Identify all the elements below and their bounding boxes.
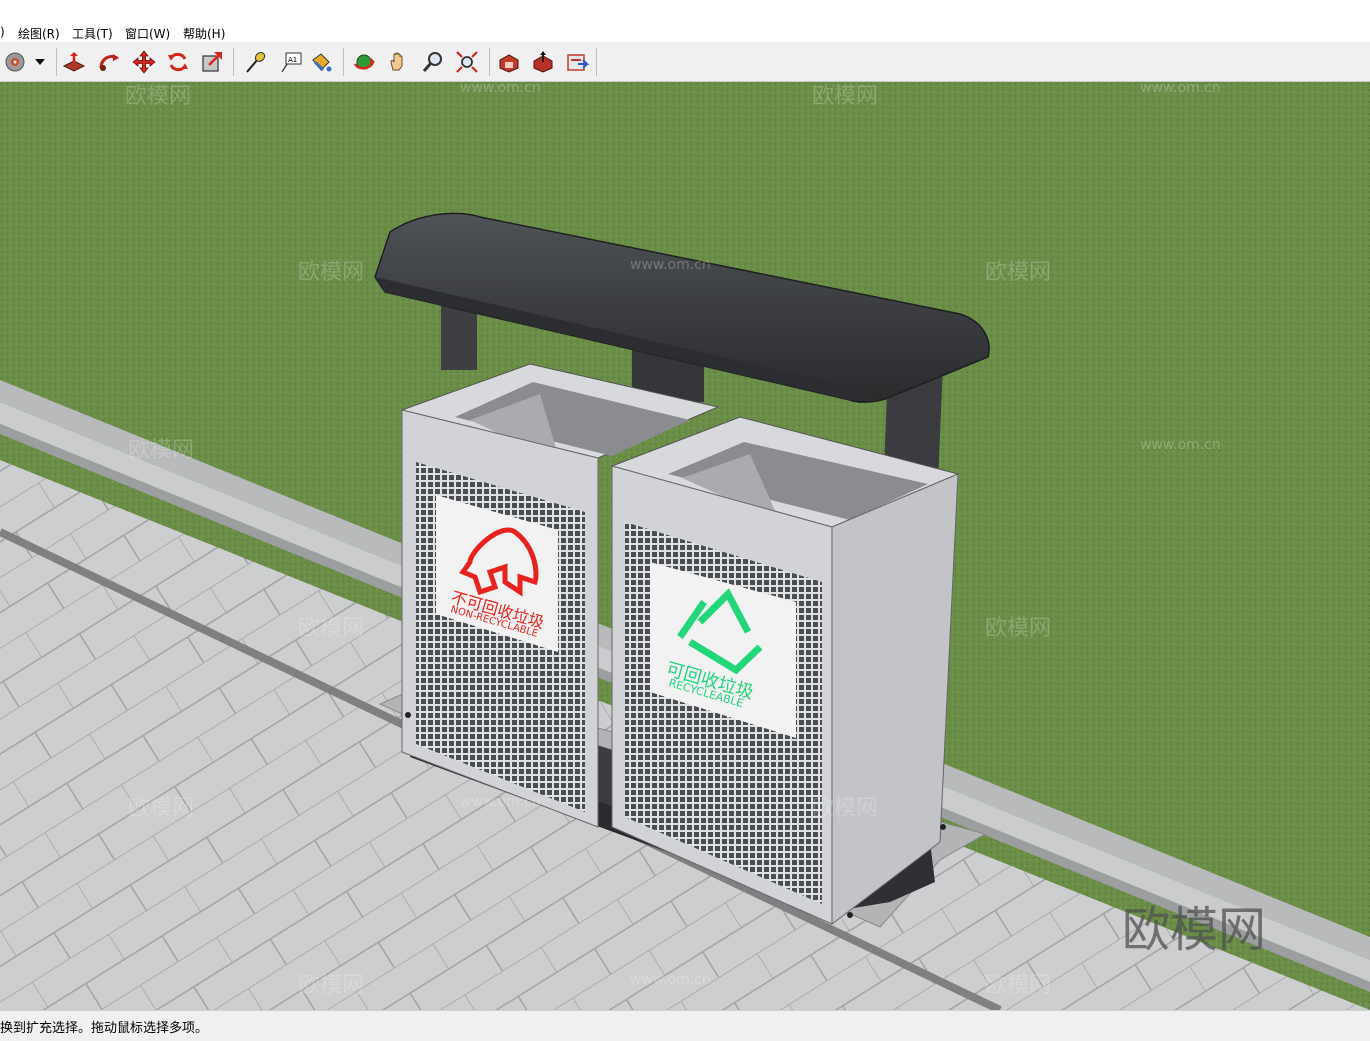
warehouse-icon[interactable] xyxy=(497,50,521,74)
watermark-logo: 欧模网 xyxy=(812,796,879,821)
scene-canvas: 不可回收垃圾 NON-RECYCLABLE 可回收垃圾 RECYCLEABLE xyxy=(0,82,1370,1010)
tape-measure-icon[interactable] xyxy=(243,50,267,74)
menu-item-tools[interactable]: 工具(T) xyxy=(72,25,113,42)
base-bolt xyxy=(940,824,946,830)
orbit-icon[interactable] xyxy=(352,50,376,74)
menu-bar: ) 绘图(R) 工具(T) 窗口(W) 帮助(H) xyxy=(0,22,1370,42)
toolbar-separator xyxy=(233,48,234,76)
dropdown-arrow-icon[interactable] xyxy=(30,50,50,74)
pan-hand-icon[interactable] xyxy=(386,50,410,74)
watermark-url: www.om.cn xyxy=(630,257,711,273)
base-bolt xyxy=(405,712,411,718)
watermark-url: www.om.cn xyxy=(1140,82,1221,96)
zoom-icon[interactable] xyxy=(421,50,445,74)
watermark-logo-large: 欧模网 xyxy=(1122,902,1267,958)
status-bar: 换到扩充选择。拖动鼠标选择多项。 xyxy=(0,1010,1370,1041)
right-bin-recyclable: 可回收垃圾 RECYCLEABLE xyxy=(610,416,960,926)
toolbar-separator xyxy=(343,48,344,76)
svg-text:A1: A1 xyxy=(288,56,297,64)
watermark-url: www.om.cn xyxy=(1140,437,1221,453)
watermark-logo: 欧模网 xyxy=(125,84,192,109)
toolbar-separator xyxy=(596,48,597,76)
watermark-url: www.om.cn xyxy=(460,82,541,96)
watermark-url: www.om.cn xyxy=(630,972,711,988)
watermark-logo: 欧模网 xyxy=(985,973,1052,998)
watermark-logo: 欧模网 xyxy=(298,616,365,641)
push-pull-icon[interactable] xyxy=(62,50,86,74)
watermark-logo: 欧模网 xyxy=(298,973,365,998)
toolbar-separator xyxy=(489,48,490,76)
paint-bucket-icon[interactable] xyxy=(309,50,333,74)
menu-item-window[interactable]: 窗口(W) xyxy=(125,25,170,42)
move-icon[interactable] xyxy=(132,50,156,74)
status-text: 换到扩充选择。拖动鼠标选择多项。 xyxy=(0,1021,209,1036)
toolbar: A1 xyxy=(0,42,1370,82)
share-model-icon[interactable] xyxy=(531,50,555,74)
base-bolt xyxy=(847,912,853,918)
toolbar-separator xyxy=(56,48,57,76)
menu-item-help[interactable]: 帮助(H) xyxy=(183,25,225,42)
zoom-extents-icon[interactable] xyxy=(455,50,479,74)
watermark-logo: 欧模网 xyxy=(128,796,195,821)
drawing-viewport[interactable]: 不可回收垃圾 NON-RECYCLABLE 可回收垃圾 RECYCLEABLE … xyxy=(0,82,1370,1010)
eraser-disc-icon[interactable] xyxy=(3,50,27,74)
watermark-logo: 欧模网 xyxy=(985,260,1052,285)
watermark-logo: 欧模网 xyxy=(812,84,879,109)
extension-warehouse-icon[interactable] xyxy=(565,50,589,74)
scale-icon[interactable] xyxy=(200,50,224,74)
menu-item-draw[interactable]: 绘图(R) xyxy=(18,25,60,42)
rotate-icon[interactable] xyxy=(166,50,190,74)
text-icon[interactable]: A1 xyxy=(279,50,303,74)
watermark-logo: 欧模网 xyxy=(128,438,195,463)
watermark-logo: 欧模网 xyxy=(985,616,1052,641)
menu-item-partial[interactable]: ) xyxy=(0,25,5,39)
follow-me-icon[interactable] xyxy=(97,50,121,74)
watermark-logo: 欧模网 xyxy=(298,260,365,285)
watermark-url: www.om.cn xyxy=(460,794,541,810)
